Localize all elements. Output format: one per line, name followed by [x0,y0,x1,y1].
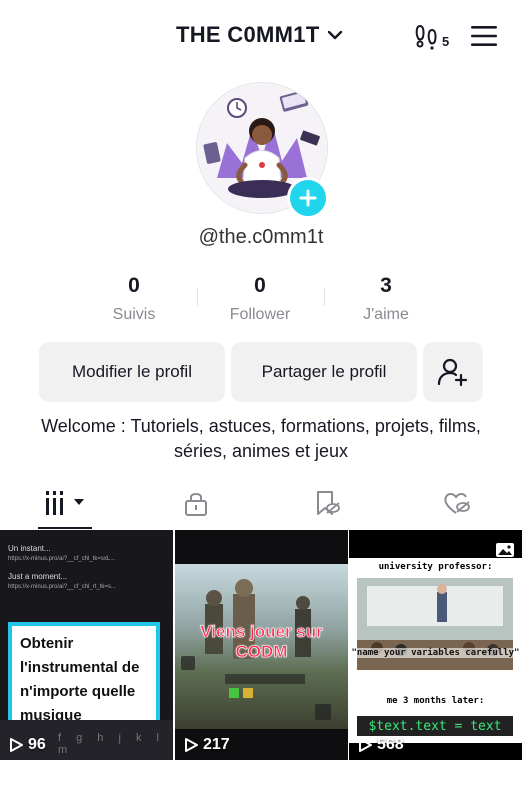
account-name: THE C0MM1T [176,22,320,47]
view-count-value: 217 [203,736,230,753]
play-icon [10,738,23,752]
tab-saved[interactable] [310,486,344,520]
video-caption: Obtenir l'instrumental de n'importe quel… [8,622,160,726]
stat-value: 3 [380,274,392,297]
video-thumbnail[interactable]: Viens jouer sur CODM 217 [175,530,348,760]
tab-private[interactable] [180,486,212,520]
profile-bio: Welcome : Tutoriels, astuces, formations… [41,416,481,461]
account-switcher[interactable]: THE C0MM1T [176,22,344,48]
add-friends-button[interactable] [423,342,483,402]
bookmark-hidden-icon [317,491,340,515]
stat-following[interactable]: 0 Suivis [64,274,204,324]
view-count: 96 [8,736,46,754]
edit-profile-button[interactable]: Modifier le profil [39,342,225,402]
stat-value: 0 [128,274,140,297]
tab-videos[interactable] [40,486,92,520]
play-icon [359,738,372,752]
top-bar: THE C0MM1T 5 [0,0,522,70]
stat-followers[interactable]: 0 Follower [190,274,330,324]
meme-later-text: me 3 months later: [386,696,485,706]
meme-quote: "name your variables carefully" [349,648,522,658]
tab-liked[interactable] [440,486,474,520]
view-count: 568 [357,736,404,754]
video-thumbnail[interactable]: university professor: "name your variabl… [349,530,522,760]
footprints-icon [415,24,437,50]
plus-icon [299,189,317,207]
active-tab-indicator [38,527,92,529]
screen-row-title: Just a moment... [8,572,68,581]
meme-image: university professor: "name your variabl… [349,558,522,743]
meme-top-text: university professor: [378,562,493,572]
view-count-value: 568 [377,736,404,753]
heart-hidden-icon [444,493,470,514]
stat-label: Suivis [112,306,156,323]
video-caption: Viens jouer sur CODM [200,622,323,662]
meme-code: $text.text = text [357,716,513,736]
profile-handle: @the.c0mm1t [198,226,324,248]
keyboard-keys: f g h j k l m [58,732,165,756]
screen-row-url: https://x-minus.pro/ai?__cf_chl_tk=sxL..… [8,556,116,562]
lock-icon [185,493,207,516]
visitors-count: 5 [442,34,450,49]
stat-label: J'aime [363,306,409,323]
profile-visitors-button[interactable]: 5 [414,22,454,50]
view-count: 217 [183,736,230,754]
menu-icon[interactable] [470,24,498,48]
chevron-down-icon [327,30,342,40]
videos-grid-icon [46,491,84,515]
stat-label: Follower [229,306,291,323]
add-user-icon [437,358,468,387]
screen-row-url: https://x-minus.pro/ai?__cf_chl_rt_tk=s.… [8,584,116,590]
stat-likes[interactable]: 3 J'aime [316,274,456,324]
share-profile-button[interactable]: Partager le profil [231,342,417,402]
stat-value: 0 [254,274,266,297]
play-icon [185,738,198,752]
browser-tab-row: Un instant... https://x-minus.pro/ai?__c… [8,544,115,562]
video-thumbnail[interactable]: Un instant... https://x-minus.pro/ai?__c… [0,530,173,760]
browser-tab-row: Just a moment... https://x-minus.pro/ai?… [8,572,116,590]
screen-row-title: Un instant... [8,544,51,553]
add-photo-button[interactable] [287,177,329,219]
photo-icon [496,543,514,557]
view-count-value: 96 [28,736,46,753]
